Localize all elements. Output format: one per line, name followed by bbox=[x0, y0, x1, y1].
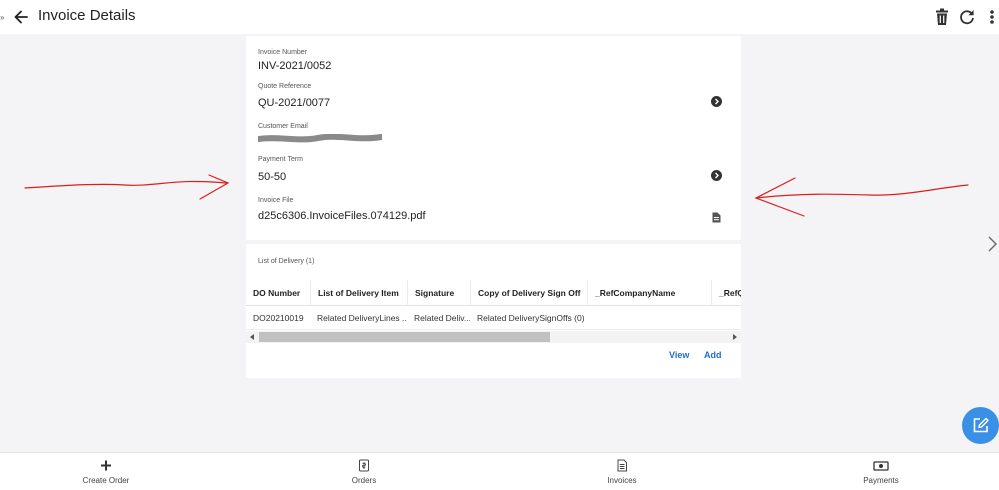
cell-do-number: DO20210019 bbox=[253, 313, 304, 323]
more-button[interactable] bbox=[986, 7, 998, 27]
refresh-button[interactable] bbox=[958, 7, 976, 27]
arrow-left-icon bbox=[14, 10, 28, 24]
orders-icon bbox=[359, 459, 369, 472]
edit-icon bbox=[973, 417, 989, 433]
scrollbar-thumb[interactable] bbox=[259, 332, 550, 342]
payments-icon bbox=[873, 461, 889, 471]
column-header-do-number[interactable]: DO Number bbox=[246, 280, 309, 306]
cell-ref-q bbox=[711, 306, 741, 330]
quote-reference-open-button[interactable] bbox=[711, 96, 722, 107]
nav-orders[interactable]: Orders bbox=[304, 453, 424, 490]
invoice-details-card: Invoice Number INV-2021/0052 Quote Refer… bbox=[246, 36, 741, 240]
bottom-navigation: Create Order Orders Invoices Payments bbox=[0, 452, 999, 490]
page-title: Invoice Details bbox=[38, 7, 136, 24]
add-button[interactable]: Add bbox=[704, 350, 722, 360]
view-button[interactable]: View bbox=[669, 350, 689, 360]
customer-email-label: Customer Email bbox=[258, 123, 308, 130]
invoice-number-label: Invoice Number bbox=[258, 49, 308, 56]
cell-delivery-sign-off: Related DeliverySignOffs (0) bbox=[477, 313, 585, 323]
payment-term-open-button[interactable] bbox=[711, 170, 722, 181]
payment-term-value: 50-50 bbox=[258, 171, 287, 183]
annotation-arrow-left bbox=[24, 174, 230, 200]
invoice-file-open-button[interactable] bbox=[712, 210, 721, 223]
nav-payments[interactable]: Payments bbox=[821, 453, 941, 490]
scroll-right-arrow[interactable] bbox=[733, 334, 737, 340]
invoice-file-value: d25c6306.InvoiceFiles.074129.pdf bbox=[258, 210, 426, 222]
column-header-signature[interactable]: Signature bbox=[407, 280, 470, 306]
trash-icon bbox=[936, 8, 948, 25]
column-header-delivery-sign-off[interactable]: Copy of Delivery Sign Off bbox=[470, 280, 587, 306]
column-header-ref-q[interactable]: _RefQ bbox=[711, 280, 741, 306]
chevron-right-icon bbox=[988, 236, 997, 252]
cell-signature: Related Deliv... bbox=[414, 313, 470, 323]
nav-invoices[interactable]: Invoices bbox=[562, 453, 682, 490]
nav-invoices-label: Invoices bbox=[607, 476, 637, 485]
back-button[interactable] bbox=[11, 7, 31, 27]
redaction-scribble bbox=[258, 134, 382, 143]
invoice-number-value: INV-2021/0052 bbox=[258, 60, 332, 72]
delete-button[interactable] bbox=[933, 7, 951, 27]
quote-reference-value: QU-2021/0077 bbox=[258, 97, 331, 109]
edit-fab-button[interactable] bbox=[962, 407, 999, 444]
invoice-file-label: Invoice File bbox=[258, 197, 294, 204]
annotation-arrow-right bbox=[754, 177, 969, 217]
payment-term-label: Payment Term bbox=[258, 156, 303, 163]
more-vert-icon bbox=[990, 10, 994, 24]
refresh-icon bbox=[960, 10, 974, 25]
invoice-icon bbox=[617, 459, 627, 472]
app-bar: » Invoice Details bbox=[0, 0, 999, 34]
next-page-button[interactable] bbox=[986, 235, 998, 253]
nav-payments-label: Payments bbox=[863, 476, 899, 485]
table-row[interactable]: DO20210019 Related DeliveryLines ... Rel… bbox=[246, 306, 741, 330]
delivery-table-header: DO Number List of Delivery Item Signatur… bbox=[246, 280, 741, 306]
column-header-delivery-item[interactable]: List of Delivery Item bbox=[310, 280, 407, 306]
nav-create-order[interactable]: Create Order bbox=[46, 453, 166, 490]
chevron-right-icon bbox=[715, 172, 719, 179]
nav-orders-label: Orders bbox=[351, 476, 377, 485]
cell-ref-company-name bbox=[587, 306, 711, 330]
delivery-list-label: List of Delivery (1) bbox=[258, 258, 315, 265]
drawer-edge-glyph[interactable]: » bbox=[0, 13, 4, 22]
scroll-left-arrow[interactable] bbox=[250, 334, 254, 340]
delivery-list-card: List of Delivery (1) DO Number List of D… bbox=[246, 244, 741, 378]
chevron-right-icon bbox=[715, 98, 719, 105]
column-header-ref-company-name[interactable]: _RefCompanyName bbox=[587, 280, 711, 306]
horizontal-scrollbar[interactable] bbox=[246, 331, 741, 343]
plus-icon bbox=[101, 460, 111, 471]
file-icon bbox=[712, 212, 721, 223]
cell-delivery-item: Related DeliveryLines ... bbox=[317, 313, 407, 323]
quote-reference-label: Quote Reference bbox=[258, 83, 312, 90]
nav-create-order-label: Create Order bbox=[82, 476, 130, 485]
